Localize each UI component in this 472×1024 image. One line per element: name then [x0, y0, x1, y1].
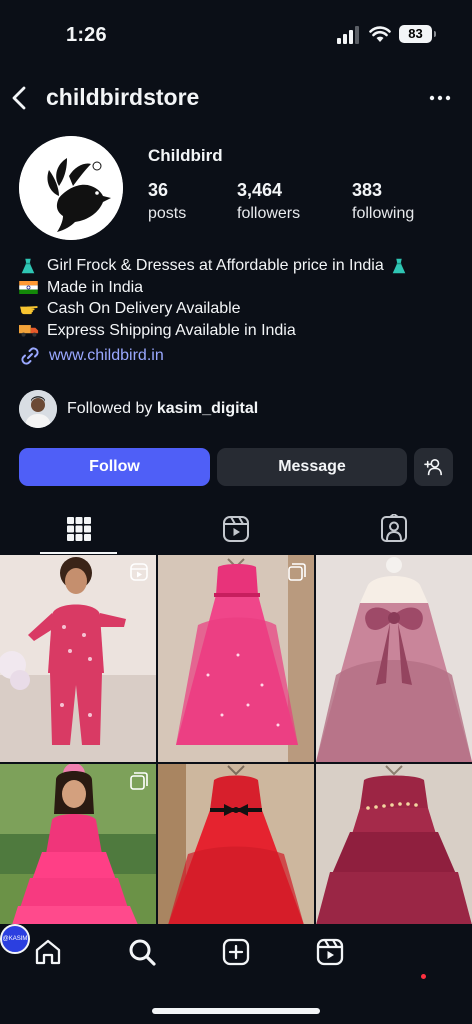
bio-text: Girl Frock & Dresses at Affordable price…: [47, 257, 384, 274]
notification-dot: [421, 974, 426, 979]
bio-text: Cash On Delivery Available: [47, 300, 241, 317]
followed-by-text: Followed by kasim_digital: [67, 400, 258, 418]
status-bar: 1:26 83: [0, 0, 472, 64]
post-thumbnail: [0, 555, 156, 762]
search-icon[interactable]: [127, 937, 157, 967]
active-tab-indicator: [40, 552, 117, 554]
post-thumbnail: [158, 764, 314, 925]
profile-username: childbirdstore: [46, 84, 200, 110]
bio-line: Express Shipping Available in India: [19, 320, 459, 342]
bio-text: Express Shipping Available in India: [47, 321, 296, 339]
followers-count-label: followers: [237, 205, 301, 222]
post-thumbnail: [316, 764, 472, 925]
following-count-value: 383: [352, 180, 383, 200]
battery-icon: 83: [399, 25, 436, 43]
add-user-icon: [423, 458, 442, 476]
posts-count-value: 36: [148, 180, 169, 200]
mutual-follower-avatar: [19, 390, 57, 428]
post-thumbnail: [316, 555, 472, 762]
cellular-signal-icon: [337, 26, 359, 44]
followed-by[interactable]: Followed by kasim_digital: [19, 390, 258, 428]
followed-by-prefix: Followed by: [67, 400, 157, 417]
bird-logo-icon: [19, 136, 123, 240]
profile-header: childbirdstore: [0, 76, 472, 120]
grid-post[interactable]: [158, 555, 314, 762]
bio-text: Made in India: [47, 278, 144, 296]
posts-count[interactable]: 36 posts: [148, 180, 186, 223]
followers-count-value: 3,464: [237, 180, 283, 200]
pointing-hand-icon: [19, 301, 41, 316]
battery-level: 83: [408, 26, 423, 41]
follow-button[interactable]: Follow: [19, 448, 210, 486]
bio-line: Girl Frock & Dresses at Affordable price…: [19, 255, 459, 277]
profile-link[interactable]: www.childbird.in: [19, 345, 164, 367]
profile-avatar-nav[interactable]: @KASIM: [0, 924, 30, 954]
reels-tab-icon[interactable]: [221, 514, 251, 544]
carousel-badge-icon: [288, 563, 306, 581]
tagged-icon[interactable]: [379, 514, 409, 544]
profile-avatar-text: @KASIM: [2, 936, 28, 942]
posts-grid: [0, 555, 472, 925]
reels-icon[interactable]: [315, 937, 345, 967]
reel-badge-icon: [130, 563, 148, 581]
bio-line: Made in India: [19, 277, 459, 299]
followed-by-username[interactable]: kasim_digital: [157, 400, 258, 417]
profile-bio: Girl Frock & Dresses at Affordable price…: [19, 255, 459, 341]
posts-grid-icon[interactable]: [64, 514, 94, 544]
followers-count[interactable]: 3,464 followers: [237, 180, 300, 223]
post-thumbnail: [158, 555, 314, 762]
grid-post[interactable]: [316, 555, 472, 762]
more-options-icon[interactable]: [428, 86, 452, 110]
bio-line: Cash On Delivery Available: [19, 298, 459, 320]
wifi-icon: [369, 26, 391, 42]
profile-display-name: Childbird: [148, 146, 223, 165]
dress-icon: [390, 257, 412, 275]
home-indicator[interactable]: [152, 1008, 320, 1014]
following-count-label: following: [352, 205, 415, 222]
link-icon: [21, 347, 39, 365]
india-flag-icon: [19, 280, 41, 294]
profile-tabs: [0, 506, 472, 554]
back-chevron-icon[interactable]: [8, 82, 32, 114]
home-icon[interactable]: [33, 937, 63, 967]
suggested-users-button[interactable]: [414, 448, 453, 486]
carousel-badge-icon: [130, 772, 148, 790]
profile-link-text[interactable]: www.childbird.in: [49, 347, 164, 365]
create-icon[interactable]: [221, 937, 251, 967]
status-time: 1:26: [66, 24, 107, 46]
message-button[interactable]: Message: [217, 448, 407, 486]
delivery-truck-icon: [19, 323, 41, 338]
posts-count-label: posts: [148, 205, 187, 222]
dress-icon: [19, 257, 41, 275]
grid-post[interactable]: [0, 555, 156, 762]
following-count[interactable]: 383 following: [352, 180, 414, 223]
bottom-navigation: @KASIM: [0, 924, 472, 1024]
profile-avatar[interactable]: [19, 136, 123, 240]
